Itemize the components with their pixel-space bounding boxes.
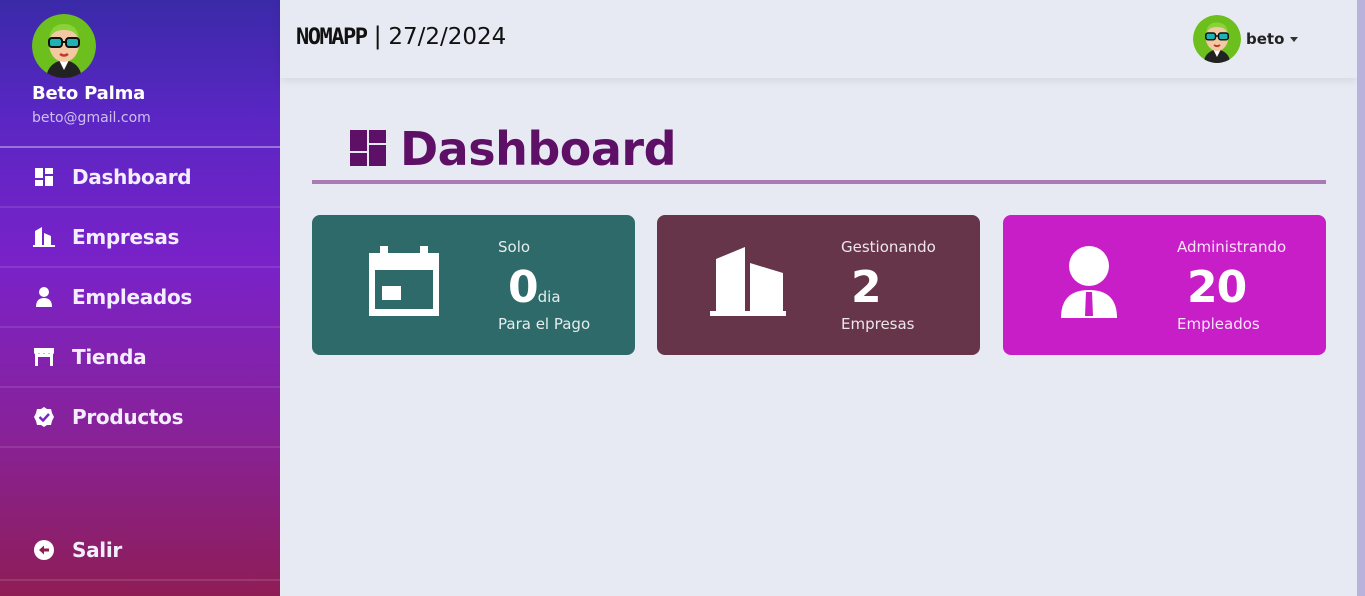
verified-badge-icon — [33, 406, 55, 428]
stat-card-pago[interactable]: Solo 0dia Para el Pago — [312, 215, 635, 355]
card-value-unit: dia — [537, 288, 561, 306]
person-tie-icon — [1061, 246, 1117, 322]
card-caption-top: Administrando — [1177, 238, 1287, 256]
logout-icon — [33, 539, 55, 561]
card-value: 20 — [1187, 262, 1247, 313]
card-value: 2 — [851, 262, 882, 313]
app-name: NOMAPP — [296, 25, 368, 50]
sidebar-item-label: Empresas — [72, 225, 180, 249]
stat-card-empleados[interactable]: Administrando 20 Empleados — [1003, 215, 1326, 355]
sidebar-nav: Dashboard Empresas Empleados Tienda Prod… — [0, 148, 280, 448]
buildings-icon — [33, 226, 55, 248]
sidebar-item-empresas[interactable]: Empresas — [0, 208, 280, 268]
card-caption-top: Gestionando — [841, 238, 936, 256]
page-title: Dashboard — [400, 122, 677, 176]
user-menu-dropdown[interactable]: beto — [1193, 15, 1299, 63]
calendar-icon — [369, 246, 439, 320]
sidebar-profile: Beto Palma beto@gmail.com — [0, 0, 280, 148]
sidebar-item-label: Dashboard — [72, 165, 192, 189]
sidebar-item-empleados[interactable]: Empleados — [0, 268, 280, 328]
avatar — [32, 14, 96, 78]
store-icon — [33, 346, 55, 368]
sidebar-item-productos[interactable]: Productos — [0, 388, 280, 448]
sidebar-item-label: Productos — [72, 405, 184, 429]
scrollbar[interactable] — [1357, 0, 1365, 596]
buildings-icon — [710, 247, 786, 321]
card-caption-bottom: Para el Pago — [498, 315, 591, 333]
logout-label: Salir — [72, 538, 122, 562]
card-caption-bottom: Empleados — [1177, 315, 1260, 333]
sidebar-item-label: Tienda — [72, 345, 147, 369]
card-caption-top: Solo — [498, 238, 531, 256]
dashboard-icon — [33, 166, 55, 188]
sidebar-item-dashboard[interactable]: Dashboard — [0, 148, 280, 208]
avatar — [1193, 15, 1241, 63]
app-brand: NOMAPP | 27/2/2024 — [296, 22, 506, 50]
logout-button[interactable]: Salir — [0, 521, 280, 581]
dashboard-icon — [350, 130, 386, 170]
card-value: 0dia — [508, 262, 561, 313]
sidebar: Beto Palma beto@gmail.com Dashboard Empr… — [0, 0, 280, 596]
person-icon — [33, 286, 55, 308]
stat-card-empresas[interactable]: Gestionando 2 Empresas — [657, 215, 980, 355]
sidebar-item-label: Empleados — [72, 285, 192, 309]
current-date: 27/2/2024 — [388, 24, 507, 50]
sidebar-item-tienda[interactable]: Tienda — [0, 328, 280, 388]
brand-separator: | — [373, 22, 382, 50]
chevron-down-icon — [1290, 36, 1299, 42]
profile-name: Beto Palma — [32, 83, 146, 104]
card-caption-bottom: Empresas — [841, 315, 915, 333]
card-value-number: 0 — [508, 262, 539, 313]
profile-email: beto@gmail.com — [32, 110, 151, 126]
topbar: NOMAPP | 27/2/2024 beto — [280, 0, 1357, 78]
user-name: beto — [1246, 30, 1285, 48]
page-header: Dashboard — [312, 118, 1326, 184]
